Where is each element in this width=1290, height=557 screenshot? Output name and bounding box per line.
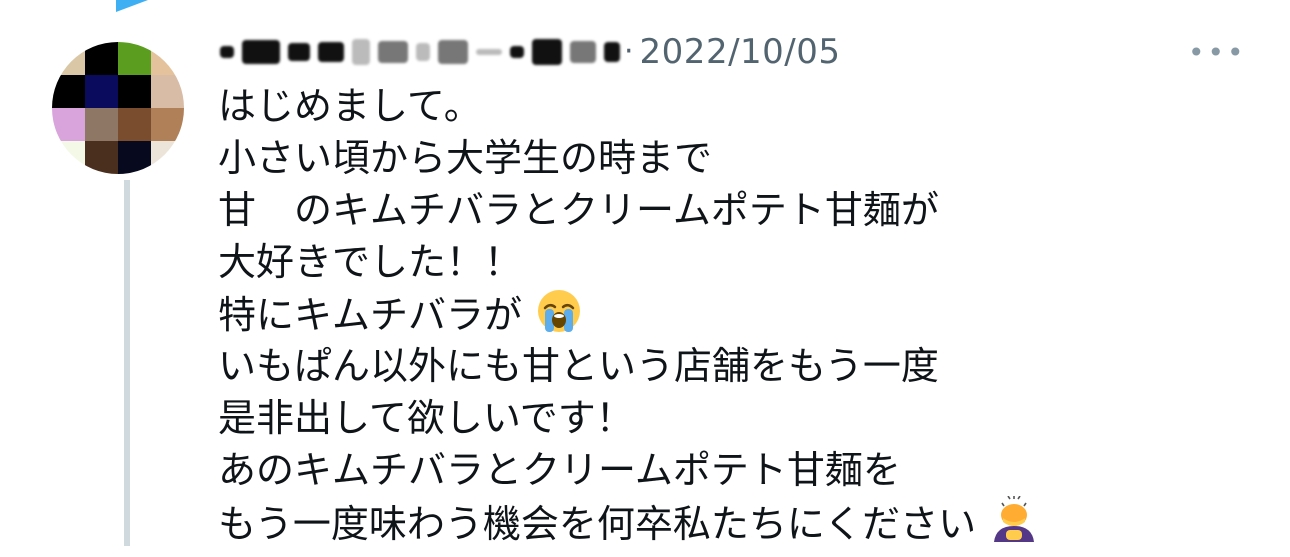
text-line: はじめまして。: [218, 84, 482, 128]
post-date[interactable]: 2022/10/05: [640, 32, 841, 72]
avatar[interactable]: [52, 42, 184, 174]
text-line: いもぱん以外にも甘という店舗をもう一度: [218, 344, 939, 388]
text-line: 特にキムチバラが: [218, 293, 523, 337]
meta-separator: ·: [624, 34, 634, 69]
text-line: 小さい頃から大学生の時まで: [218, 136, 713, 180]
text-line: あのキムチバラとクリームポテト甘麺を: [218, 448, 901, 492]
text-line-with-emoji: 特にキムチバラが: [218, 288, 1258, 340]
loudly-crying-face-icon: [536, 288, 582, 347]
text-line: 是非出して欲しいです！: [218, 396, 634, 440]
redacted-username[interactable]: [220, 32, 620, 72]
post-text: はじめまして。 小さい頃から大学生の時まで 甘 のキムチバラとクリームポテト甘麺…: [218, 80, 1258, 548]
text-line: もう一度味わう機会を何卒私たちにください: [218, 502, 977, 546]
text-line-with-emoji: もう一度味わう機会を何卒私たちにください: [218, 495, 1258, 548]
person-bowing-icon: [990, 495, 1038, 557]
post-header: · 2022/10/05: [220, 22, 841, 82]
thread-line: [124, 180, 130, 546]
thread-accent: [116, 0, 148, 12]
text-line: 甘 のキムチバラとクリームポテト甘麺が: [218, 188, 939, 232]
more-options-icon[interactable]: •••: [1188, 36, 1247, 69]
text-line: 大好きでした！！: [218, 240, 523, 284]
